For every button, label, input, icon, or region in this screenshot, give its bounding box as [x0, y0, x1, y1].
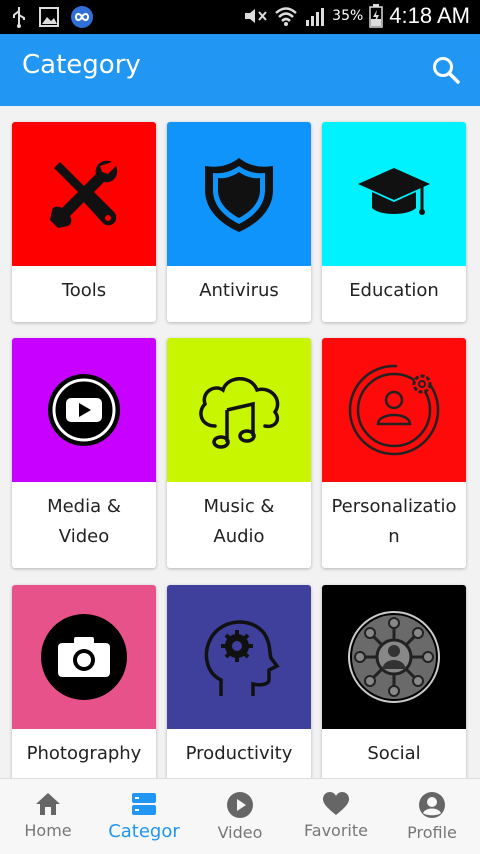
nav-label: Home	[24, 821, 72, 840]
category-label: Antivirus	[199, 280, 279, 301]
tile-productivity	[167, 585, 311, 729]
profile-icon	[419, 792, 445, 818]
user-gear-icon	[348, 364, 440, 456]
cloud-music-icon	[199, 377, 280, 449]
category-label: Tools	[61, 280, 107, 301]
tile-tools	[12, 122, 156, 266]
category-label: Education	[349, 280, 439, 301]
nav-label: Categor	[108, 821, 180, 842]
nav-label: Video	[217, 823, 263, 842]
category-card-antivirus[interactable]: Antivirus	[167, 122, 311, 322]
play-circle-icon	[227, 792, 253, 818]
image-icon	[39, 7, 59, 27]
shield-icon	[205, 158, 273, 232]
battery-percent: 35%	[332, 8, 364, 24]
category-icon	[132, 793, 156, 815]
category-card-tools[interactable]: Tools	[12, 122, 156, 322]
category-card-media-video[interactable]: Media & Video	[12, 338, 156, 568]
nav-favorite[interactable]: Favorite	[288, 779, 384, 854]
wifi-icon	[275, 7, 297, 26]
page-title: Category	[22, 50, 141, 80]
clock: 4:18 AM	[389, 3, 470, 28]
battery-icon	[369, 4, 384, 28]
category-card-education[interactable]: Education	[322, 122, 466, 322]
category-label: Music & Audio	[203, 496, 275, 547]
tile-music-audio	[167, 338, 311, 482]
bottom-navigation: Home Categor Video Favorite Profile	[0, 778, 480, 854]
category-label: Social	[367, 743, 421, 764]
infinity-app-icon	[71, 6, 93, 28]
app-bar: Category	[0, 34, 480, 106]
heart-icon	[323, 792, 349, 815]
category-card-photography[interactable]: Photography	[12, 585, 156, 785]
category-label: Photography	[26, 743, 142, 764]
mute-icon	[245, 9, 267, 23]
usb-icon	[13, 7, 25, 28]
nav-home[interactable]: Home	[0, 779, 96, 854]
nav-label: Profile	[407, 823, 457, 842]
nav-label: Favorite	[304, 821, 368, 840]
tile-personalization	[322, 338, 466, 482]
tile-antivirus	[167, 122, 311, 266]
home-icon	[36, 793, 60, 815]
tools-icon	[50, 160, 118, 228]
graduation-cap-icon	[358, 168, 430, 215]
camera-icon	[41, 614, 127, 700]
category-label: Media & Video	[47, 496, 121, 547]
play-icon	[48, 374, 120, 446]
tile-photography	[12, 585, 156, 729]
category-label: Productivity	[185, 743, 293, 764]
nav-category[interactable]: Categor	[96, 779, 192, 854]
status-bar: 35% 4:18 AM	[0, 0, 480, 34]
social-network-icon	[348, 611, 440, 703]
category-card-personalization[interactable]: Personalizatio n	[322, 338, 466, 568]
tile-social	[322, 585, 466, 729]
tile-education	[322, 122, 466, 266]
nav-video[interactable]: Video	[192, 779, 288, 854]
nav-profile[interactable]: Profile	[384, 779, 480, 854]
head-gear-icon	[204, 620, 280, 696]
search-icon[interactable]	[430, 54, 462, 86]
category-card-social[interactable]: Social	[322, 585, 466, 785]
tile-media-video	[12, 338, 156, 482]
category-card-productivity[interactable]: Productivity	[167, 585, 311, 785]
category-label: Personalizatio n	[331, 496, 457, 547]
category-card-music-audio[interactable]: Music & Audio	[167, 338, 311, 568]
signal-icon	[306, 8, 325, 26]
